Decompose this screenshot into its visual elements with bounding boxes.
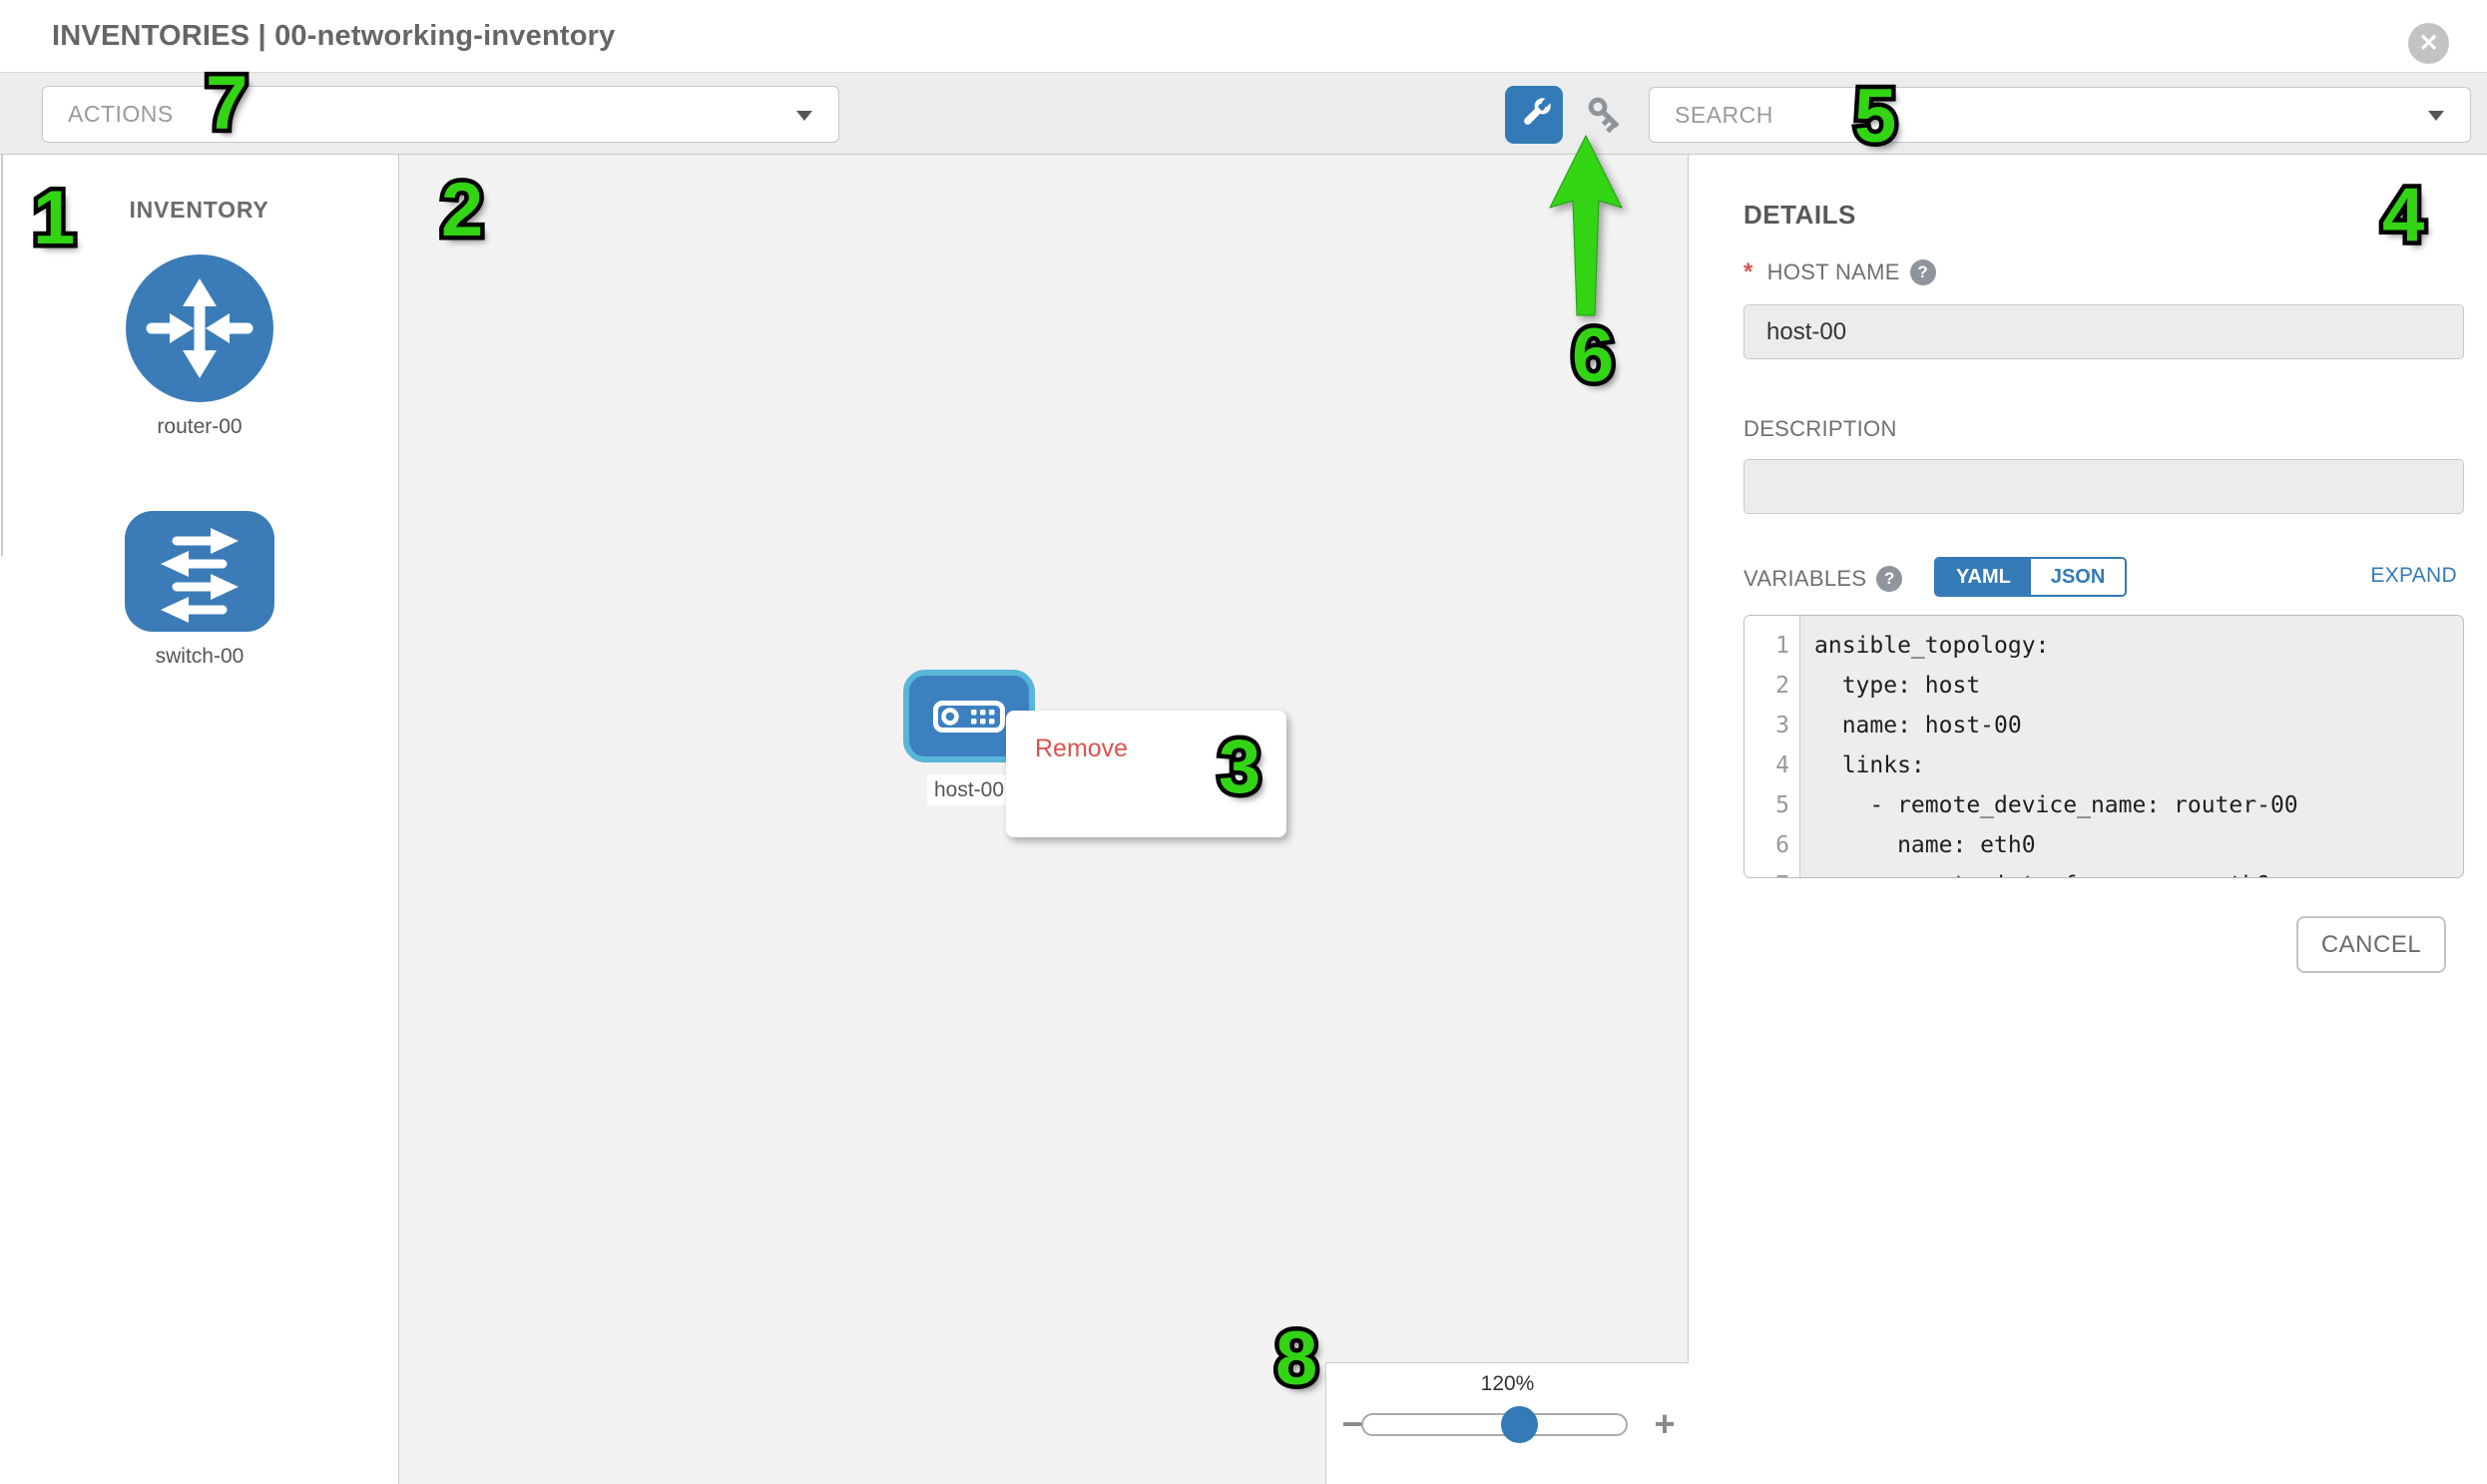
details-panel-title: DETAILS (1743, 200, 1856, 231)
host-name-label-text: HOST NAME (1767, 259, 1900, 285)
tab-yaml[interactable]: YAML (1936, 559, 2031, 595)
code-line: type: host (1814, 666, 2463, 706)
sidebar-item-router[interactable]: router-00 (0, 254, 399, 439)
node-context-menu: Details Remove (1006, 711, 1286, 837)
close-icon[interactable]: ✕ (2408, 23, 2449, 64)
header-bar: INVENTORIES | 00-networking-inventory ✕ (0, 0, 2487, 72)
switch-icon (125, 511, 274, 632)
description-label-text: DESCRIPTION (1743, 416, 1897, 442)
line-number: 4 (1744, 745, 1799, 785)
sidebar-item-switch[interactable]: switch-00 (0, 511, 399, 669)
tab-json[interactable]: JSON (2031, 559, 2125, 595)
tools-button[interactable] (1505, 86, 1563, 144)
host-name-label: * HOST NAME ? (1743, 258, 1936, 286)
actions-dropdown-label: ACTIONS (68, 101, 174, 128)
inventory-sidebar: INVENTORY router-00 (0, 155, 399, 1484)
zoom-in-button[interactable]: + (1645, 1403, 1685, 1445)
key-icon (1584, 93, 1630, 139)
sidebar-title: INVENTORY (0, 197, 398, 224)
code-line: ansible_topology: (1814, 626, 2463, 666)
wrench-icon (1515, 96, 1553, 134)
chevron-down-icon (2428, 111, 2444, 121)
toolbar: ACTIONS (0, 72, 2487, 155)
zoom-slider-thumb[interactable] (1501, 1406, 1538, 1443)
key-button[interactable] (1583, 92, 1631, 140)
editor-code-area[interactable]: ansible_topology: type: host name: host-… (1800, 616, 2463, 877)
inventory-topology-window: INVENTORIES | 00-networking-inventory ✕ … (0, 0, 2487, 1484)
context-menu-item-remove[interactable]: Remove (1006, 724, 1286, 773)
line-number: 6 (1744, 825, 1799, 865)
required-asterisk: * (1743, 258, 1753, 286)
server-icon (933, 701, 1005, 733)
line-number: 5 (1744, 785, 1799, 825)
actions-dropdown[interactable]: ACTIONS (42, 86, 839, 143)
line-number: 1 (1744, 626, 1799, 666)
chevron-down-icon (796, 111, 812, 121)
expand-link[interactable]: EXPAND (2370, 564, 2457, 588)
topology-canvas[interactable]: host-00 Details Remove 120% − + (399, 155, 1689, 1484)
host-node-label: host-00 (927, 774, 1011, 805)
line-number: 7 (1744, 865, 1799, 878)
sidebar-item-label: router-00 (0, 415, 399, 439)
code-line: - remote_device_name: router-00 (1814, 785, 2463, 825)
code-line: links: (1814, 745, 2463, 785)
editor-line-numbers: 1 2 3 4 5 6 7 (1744, 616, 1800, 877)
host-name-field[interactable]: host-00 (1743, 304, 2464, 359)
cancel-button[interactable]: CANCEL (2296, 916, 2446, 973)
variables-format-toggle: YAML JSON (1934, 557, 2127, 597)
description-field[interactable] (1743, 459, 2464, 514)
router-icon (126, 254, 273, 402)
page-title: INVENTORIES | 00-networking-inventory (52, 0, 615, 72)
search-dropdown[interactable]: SEARCH (1649, 87, 2471, 143)
variables-label: VARIABLES ? (1743, 566, 1902, 592)
variables-code-editor[interactable]: 1 2 3 4 5 6 7 ansible_topology: type: ho… (1743, 615, 2464, 878)
code-line: name: host-00 (1814, 706, 2463, 745)
zoom-control-panel: 120% − + (1325, 1362, 1689, 1484)
line-number: 2 (1744, 666, 1799, 706)
zoom-level-value: 120% (1326, 1372, 1689, 1396)
variables-label-text: VARIABLES (1743, 566, 1866, 592)
sidebar-item-label: switch-00 (0, 645, 399, 669)
zoom-slider-track[interactable] (1361, 1413, 1628, 1436)
description-label: DESCRIPTION (1743, 416, 1897, 442)
line-number: 3 (1744, 706, 1799, 745)
details-panel: DETAILS * HOST NAME ? host-00 DESCRIPTIO… (1690, 155, 2487, 1484)
code-line: name: eth0 (1814, 825, 2463, 865)
help-icon[interactable]: ? (1876, 566, 1902, 592)
search-input-placeholder: SEARCH (1675, 102, 1773, 129)
code-line: remote_interface_name: eth0 (1814, 865, 2463, 878)
help-icon[interactable]: ? (1910, 259, 1936, 285)
